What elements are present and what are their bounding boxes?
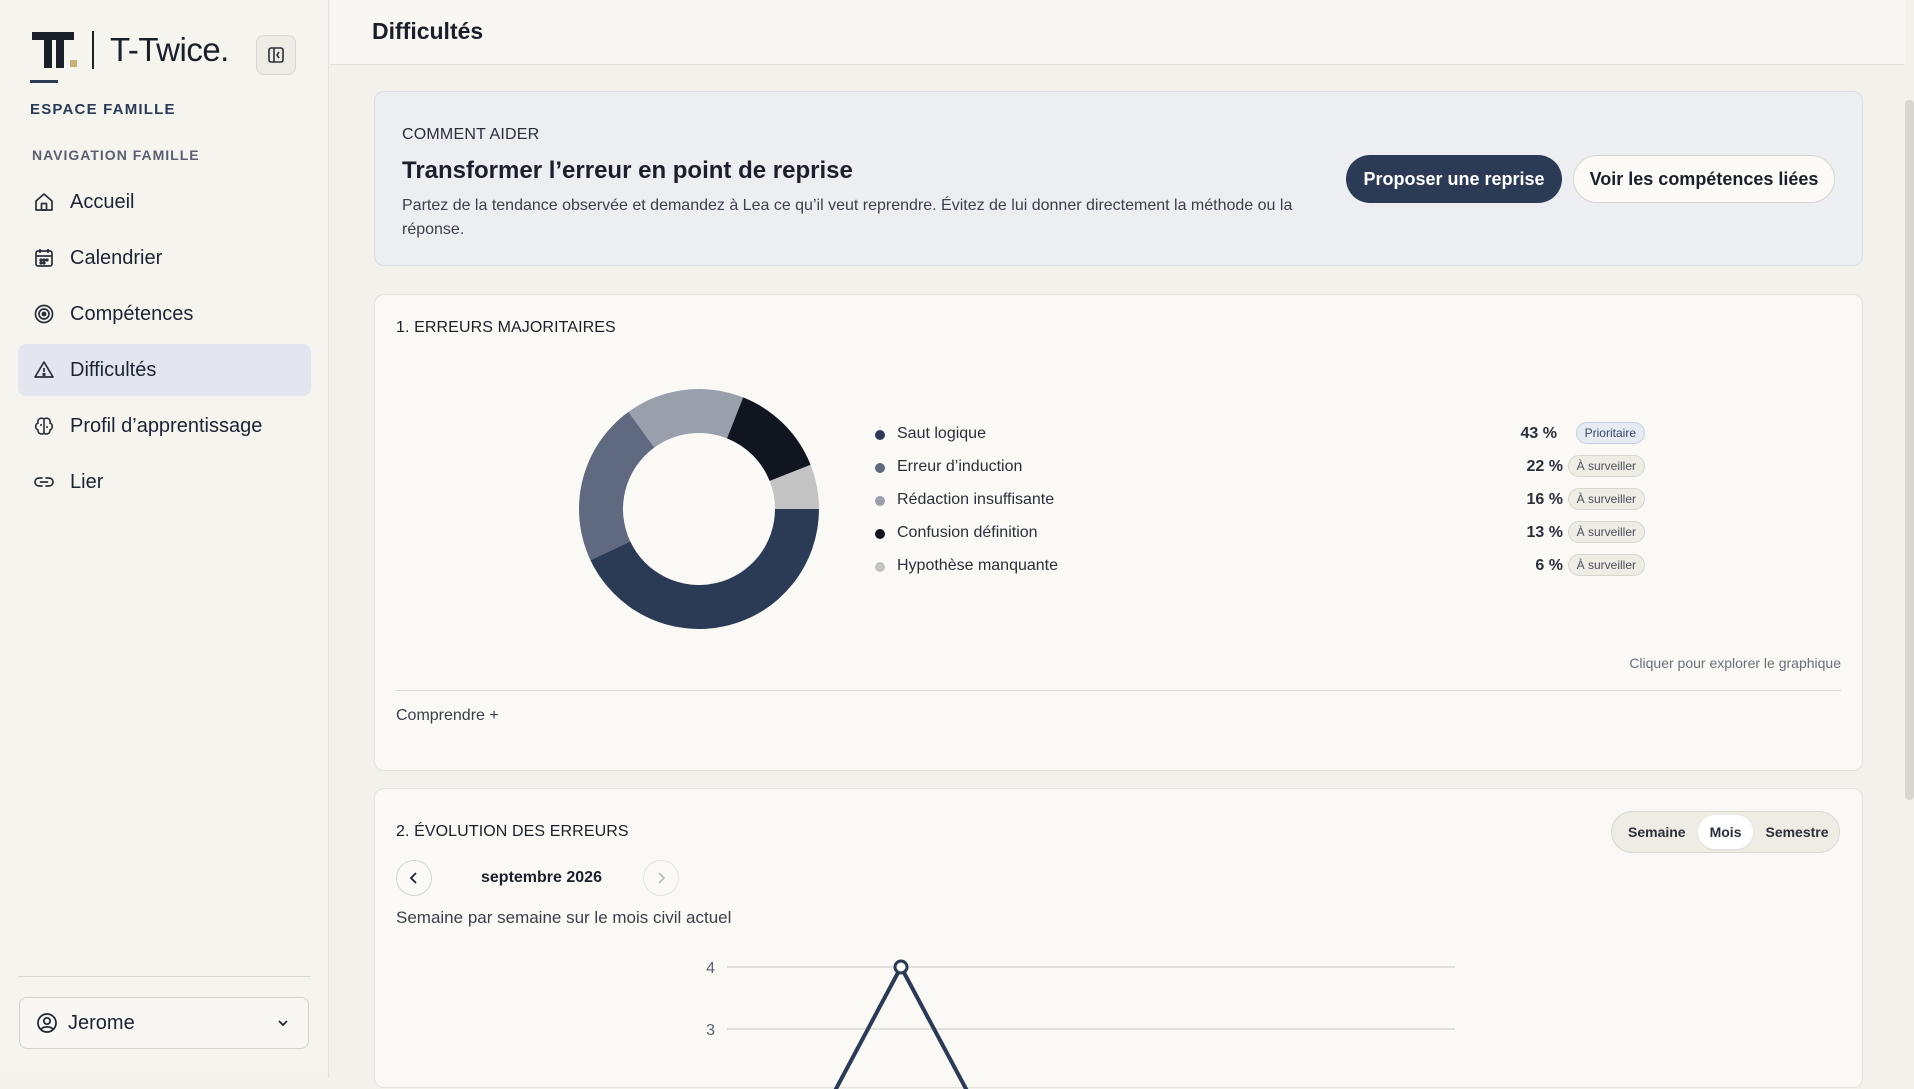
sidebar: T-Twice. ESPACE FAMILLE NAVIGATION FAMIL… xyxy=(0,0,329,1078)
space-label: ESPACE FAMILLE xyxy=(30,101,176,118)
sidebar-nav: Accueil Calendrier Compétences Difficult… xyxy=(18,176,311,512)
brain-icon xyxy=(32,414,56,438)
understand-toggle[interactable]: Comprendre + xyxy=(396,707,499,725)
legend-item[interactable]: Saut logique 43 % Prioritaire xyxy=(875,422,1645,457)
legend-dot xyxy=(875,430,885,440)
status-badge: À surveiller xyxy=(1567,554,1645,576)
sidebar-item-difficultes[interactable]: Difficultés xyxy=(18,344,311,396)
nav-section-label: NAVIGATION FAMILLE xyxy=(32,147,200,163)
sidebar-collapse-icon xyxy=(268,47,284,63)
donut-slice[interactable] xyxy=(726,397,811,482)
legend-value: 22 % xyxy=(1526,458,1563,475)
brand-name: T-Twice. xyxy=(110,31,229,68)
data-point[interactable] xyxy=(893,959,909,975)
legend-item[interactable]: Erreur d’induction 22 % À surveiller xyxy=(875,455,1645,490)
sidebar-item-label: Difficultés xyxy=(70,358,157,381)
errors-title: 1. ERREURS MAJORITAIRES xyxy=(396,319,616,336)
legend-dot xyxy=(875,529,885,539)
next-month-button[interactable] xyxy=(643,860,679,896)
logo-icon xyxy=(30,28,78,72)
warning-icon xyxy=(32,358,56,382)
legend-value: 43 % xyxy=(1520,425,1557,442)
sidebar-divider xyxy=(18,976,311,977)
period-mois[interactable]: Mois xyxy=(1697,815,1754,849)
propose-reprise-button[interactable]: Proposer une reprise xyxy=(1346,155,1562,203)
sidebar-item-label: Calendrier xyxy=(70,246,163,269)
page-title: Difficultés xyxy=(372,18,484,44)
errors-evolution-chart[interactable]: 34 xyxy=(675,939,1455,1089)
card-divider xyxy=(396,690,1841,691)
user-name: Jerome xyxy=(68,1011,135,1034)
help-eyebrow: COMMENT AIDER xyxy=(402,126,540,143)
sidebar-item-competences[interactable]: Compétences xyxy=(18,288,311,340)
view-skills-button[interactable]: Voir les compétences liées xyxy=(1573,155,1835,203)
calendar-icon xyxy=(32,246,56,270)
errors-donut-chart[interactable] xyxy=(573,383,825,635)
chevron-left-icon xyxy=(409,872,417,884)
user-selector[interactable]: Jerome xyxy=(19,997,309,1049)
prev-month-button[interactable] xyxy=(396,860,432,896)
legend-item[interactable]: Rédaction insuffisante 16 % À surveiller xyxy=(875,488,1645,523)
y-tick-label: 3 xyxy=(706,1022,715,1039)
link-icon xyxy=(32,470,56,494)
evolution-title: 2. ÉVOLUTION DES ERREURS xyxy=(396,823,629,840)
status-badge: À surveiller xyxy=(1567,488,1645,510)
help-title: Transformer l’erreur en point de reprise xyxy=(402,157,853,184)
status-badge: À surveiller xyxy=(1567,455,1645,477)
status-badge: Prioritaire xyxy=(1575,422,1645,444)
legend-label: Rédaction insuffisante xyxy=(897,491,1055,508)
chevron-down-icon xyxy=(278,1020,288,1027)
donut-slice[interactable] xyxy=(579,411,655,561)
logo-separator xyxy=(92,31,94,69)
top-bar: Difficultés xyxy=(330,0,1905,65)
evolution-subtitle: Semaine par semaine sur le mois civil ac… xyxy=(396,908,732,927)
explore-hint: Cliquer pour explorer le graphique xyxy=(1629,655,1841,671)
legend-value: 13 % xyxy=(1526,524,1563,541)
sidebar-item-calendrier[interactable]: Calendrier xyxy=(18,232,311,284)
brand: T-Twice. xyxy=(30,28,229,72)
evolution-card: 2. ÉVOLUTION DES ERREURS Semaine Mois Se… xyxy=(374,788,1863,1089)
sidebar-item-lier[interactable]: Lier xyxy=(18,456,311,508)
period-toggle: Semaine Mois Semestre xyxy=(1611,811,1840,853)
sidebar-item-label: Profil d’apprentissage xyxy=(70,414,263,437)
legend-item[interactable]: Hypothèse manquante 6 % À surveiller xyxy=(875,554,1645,589)
help-text: Partez de la tendance observée et demand… xyxy=(402,197,1293,238)
sidebar-item-accueil[interactable]: Accueil xyxy=(18,176,311,228)
period-semaine[interactable]: Semaine xyxy=(1616,815,1698,849)
sidebar-item-label: Accueil xyxy=(70,190,135,213)
legend-value: 16 % xyxy=(1526,491,1563,508)
collapse-sidebar-button[interactable] xyxy=(256,35,296,75)
sidebar-item-profil[interactable]: Profil d’apprentissage xyxy=(18,400,311,452)
target-icon xyxy=(32,302,56,326)
legend-label: Hypothèse manquante xyxy=(897,557,1058,574)
legend-dot xyxy=(875,463,885,473)
logo-underline xyxy=(30,80,58,83)
scrollbar[interactable] xyxy=(1905,100,1914,800)
errors-card: 1. ERREURS MAJORITAIRES Saut logique 43 %… xyxy=(374,294,1863,771)
legend-label: Saut logique xyxy=(897,425,986,442)
status-badge: À surveiller xyxy=(1567,521,1645,543)
legend-dot xyxy=(875,562,885,572)
series-line xyxy=(833,965,969,1089)
chevron-right-icon xyxy=(658,872,666,884)
legend-label: Confusion définition xyxy=(897,524,1038,541)
errors-legend: Saut logique 43 % Prioritaire Erreur d’indu… xyxy=(875,422,1645,589)
legend-label: Erreur d’induction xyxy=(897,458,1023,475)
sidebar-item-label: Compétences xyxy=(70,302,194,325)
sidebar-item-label: Lier xyxy=(70,470,104,493)
legend-dot xyxy=(875,496,885,506)
home-icon xyxy=(32,190,56,214)
help-card: COMMENT AIDER Transformer l’erreur en po… xyxy=(374,91,1863,266)
user-icon xyxy=(37,1013,57,1033)
legend-item[interactable]: Confusion définition 13 % À surveiller xyxy=(875,521,1645,556)
y-tick-label: 4 xyxy=(706,960,715,977)
legend-value: 6 % xyxy=(1535,557,1563,574)
current-month: septembre 2026 xyxy=(481,869,602,886)
period-semestre[interactable]: Semestre xyxy=(1753,815,1840,849)
